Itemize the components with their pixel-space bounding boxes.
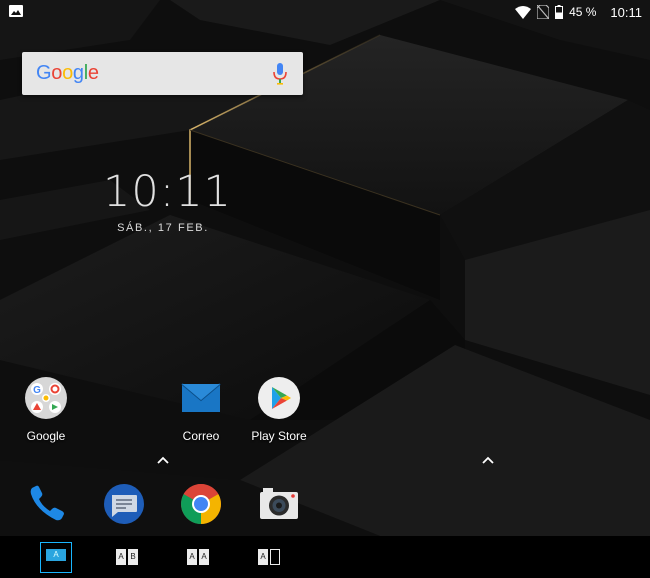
app-google-folder[interactable]: G Google (11, 376, 81, 443)
status-clock: 10:11 (610, 4, 642, 20)
app-label-google: Google (26, 429, 66, 443)
layout-cell: A (187, 549, 197, 565)
app-drawer-chevron-up-icon[interactable] (156, 455, 170, 465)
layout-cell: B (128, 549, 138, 565)
layout-split-ab-button[interactable]: A B (116, 549, 138, 566)
battery-icon (555, 5, 564, 19)
play-store-icon (258, 377, 300, 419)
multiwindow-layout-bar: A A B A A A (0, 536, 650, 578)
microphone-icon[interactable] (273, 63, 287, 85)
svg-text:G: G (33, 385, 41, 396)
google-folder-icon: G (25, 377, 67, 419)
layout-cell: A (116, 549, 126, 565)
clock-date: SÁB., 17 FEB. (117, 222, 209, 234)
app-label-play-store: Play Store (251, 429, 307, 443)
app-label-correo: Correo (182, 429, 220, 443)
layout-cell: A (199, 549, 209, 565)
layout-cell: A (258, 549, 268, 565)
battery-percent: 45 % (569, 5, 597, 19)
app-drawer-chevron-up-icon[interactable] (481, 455, 495, 465)
mail-icon (181, 383, 221, 412)
image-notification-icon (9, 5, 23, 17)
clock-time: 10:11 (103, 167, 232, 217)
chrome-icon[interactable] (179, 482, 223, 526)
layout-split-dark-button[interactable]: A (258, 549, 280, 566)
layout-cell: A (46, 549, 66, 561)
layout-cell-empty (270, 549, 280, 565)
app-correo[interactable]: Correo (166, 376, 236, 443)
layout-split-aa-button[interactable]: A A (187, 549, 209, 566)
status-bar: 45 % 10:11 (0, 0, 650, 24)
camera-icon[interactable] (257, 482, 301, 526)
clock-widget[interactable]: 10:11 SÁB., 17 FEB. (103, 167, 232, 234)
phone-icon[interactable] (24, 482, 68, 526)
app-play-store[interactable]: Play Store (244, 376, 314, 443)
google-logo: Google (36, 62, 99, 84)
layout-single-button[interactable]: A (40, 542, 72, 573)
wifi-icon (515, 5, 532, 19)
messages-icon[interactable] (102, 482, 146, 526)
google-search-bar[interactable]: Google (22, 52, 303, 95)
no-sim-icon (537, 5, 550, 19)
